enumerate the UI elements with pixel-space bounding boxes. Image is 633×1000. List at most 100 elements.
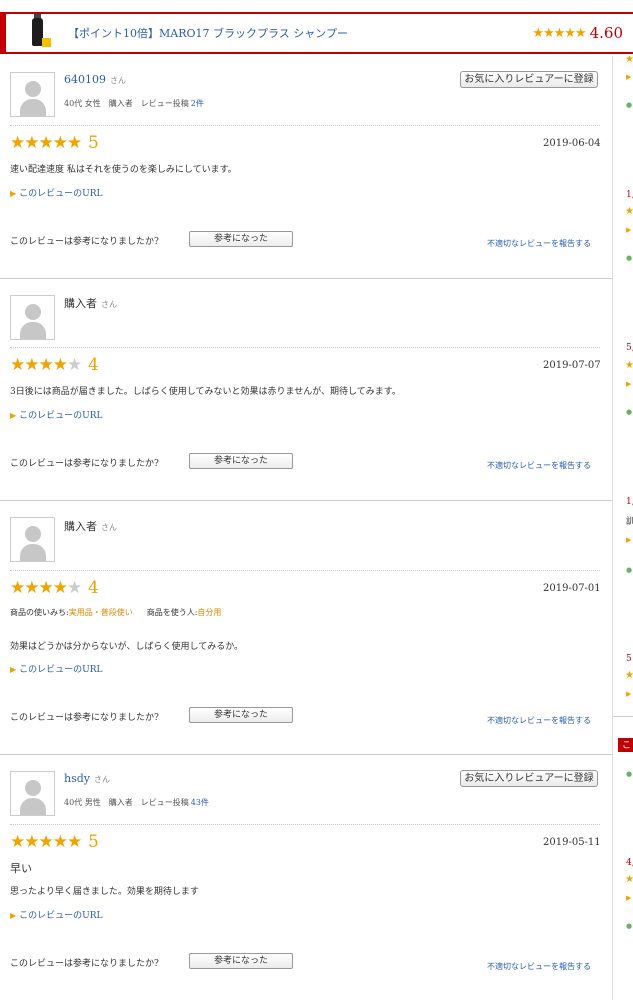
product-badge-icon	[42, 38, 51, 47]
sidebar-triangle-icon: ▶	[626, 73, 632, 81]
review-date: 2019-07-07	[543, 360, 601, 371]
product-rating-value: 4.60	[589, 24, 623, 42]
sidebar-star-icon: ★	[625, 670, 633, 681]
top-strip	[0, 0, 633, 12]
review-count-link[interactable]: 2件	[191, 99, 204, 108]
usage-label: 商品の使いみち:	[10, 608, 69, 617]
review-url-link[interactable]: ▶ このレビューのURL	[10, 908, 103, 921]
product-thumbnail[interactable]	[24, 14, 54, 50]
product-title-link[interactable]: 【ポイント10倍】MARO17 ブラックプラス シャンプー	[68, 25, 532, 41]
sidebar-triangle-icon: ▶	[626, 380, 632, 388]
sidebar-item-rank[interactable]: 4,	[626, 858, 633, 868]
sidebar-item-text: 訓	[626, 514, 633, 527]
review-date: 2019-05-11	[543, 837, 601, 848]
sidebar-dot-icon: ●	[626, 566, 633, 574]
divider	[10, 347, 600, 348]
reviewer-name[interactable]: 640109	[64, 73, 106, 86]
product-header[interactable]: 【ポイント10倍】MARO17 ブラックプラス シャンプー ★★★★★ 4.60	[0, 12, 633, 54]
stars-filled: ★★★★★	[10, 133, 82, 153]
sidebar-red-tab[interactable]: こ	[618, 738, 633, 752]
sidebar-item-rank[interactable]: 5!	[626, 654, 633, 664]
helpful-button[interactable]: 参考になった	[189, 707, 293, 723]
review-list: 640109 さん 40代 女性 購入者 レビュー投稿 2件 お気に入りレビュアーに…	[0, 56, 612, 1000]
review-stars: ★★★★★	[10, 133, 82, 153]
sidebar-star-icon: ★	[625, 360, 633, 371]
review-stars: ★★★★★	[10, 578, 82, 598]
helpful-question: このレビューは参考になりましたか?	[10, 459, 159, 469]
sidebar-star-icon: ★	[625, 206, 633, 217]
divider	[10, 824, 600, 825]
review-score: 4	[88, 578, 99, 598]
avatar-head-shape	[25, 81, 41, 97]
report-link[interactable]: 不適切なレビューを報告する	[487, 238, 591, 249]
right-sidebar: ★ ▶ ● 1, ★ ▶ ● 5, ★ ▶ ● 1, 訓 ▶ ● 5! ★ ▶ …	[612, 56, 633, 1000]
sidebar-triangle-icon: ▶	[626, 226, 632, 234]
favorite-reviewer-button[interactable]: お気に入りレビュアーに登録	[460, 770, 598, 787]
helpful-question: このレビューは参考になりましたか?	[10, 713, 159, 723]
review-body: 効果はどうかは分からないが、しばらく使用してみるか。	[10, 642, 244, 652]
review-url-link[interactable]: ▶ このレビューのURL	[10, 186, 103, 199]
usage-info: 商品の使いみち:実用品・普段使い 商品を使う人:自分用	[10, 607, 221, 618]
report-link[interactable]: 不適切なレビューを報告する	[487, 715, 591, 726]
helpful-question: このレビューは参考になりましたか?	[10, 959, 159, 969]
helpful-question: このレビューは参考になりましたか?	[10, 237, 159, 247]
review-url-label[interactable]: このレビューのURL	[19, 665, 102, 675]
review-separator	[0, 500, 612, 501]
reviewer-name[interactable]: hsdy	[64, 772, 90, 785]
reviewer-name: 購入者	[64, 520, 97, 533]
reviewer-info: 40代 男性 購入者 レビュー投稿 43件	[64, 797, 209, 808]
stars-empty: ★	[66, 355, 82, 375]
avatar-head-shape	[25, 780, 41, 796]
honorific: さん	[101, 300, 117, 309]
helpful-button[interactable]: 参考になった	[189, 953, 293, 969]
sidebar-star-icon: ★	[625, 56, 633, 65]
report-link[interactable]: 不適切なレビューを報告する	[487, 460, 591, 471]
favorite-reviewer-button[interactable]: お気に入りレビュアーに登録	[460, 71, 598, 88]
review-body: 思ったより早く届きました。効果を期待します	[10, 887, 199, 897]
avatar-body-shape	[20, 99, 46, 116]
sidebar-divider	[613, 716, 633, 717]
review-url-link[interactable]: ▶ このレビューのURL	[10, 408, 103, 421]
sidebar-item-rank[interactable]: 5,	[626, 343, 633, 353]
divider	[10, 125, 600, 126]
reviewer-profile: 40代 女性 購入者 レビュー投稿	[64, 99, 189, 108]
report-link[interactable]: 不適切なレビューを報告する	[487, 961, 591, 972]
review-url-link[interactable]: ▶ このレビューのURL	[10, 662, 103, 675]
reviewer-name-link[interactable]: hsdy さん	[64, 772, 110, 785]
sidebar-triangle-icon: ▶	[626, 894, 632, 902]
sidebar-item-rank[interactable]: 1,	[626, 190, 633, 200]
review-url-label[interactable]: このレビューのURL	[19, 411, 102, 421]
review-url-label[interactable]: このレビューのURL	[19, 911, 102, 921]
helpful-button[interactable]: 参考になった	[189, 453, 293, 469]
divider	[10, 570, 600, 571]
reviewer-name-link[interactable]: 640109 さん	[64, 73, 126, 86]
review-stars: ★★★★★	[10, 832, 82, 852]
usage-value: 実用品・普段使い	[68, 608, 133, 617]
honorific: さん	[101, 523, 117, 532]
avatar	[10, 771, 55, 816]
avatar	[10, 295, 55, 340]
review-score: 5	[88, 133, 99, 153]
sidebar-dot-icon: ●	[626, 408, 633, 416]
sidebar-triangle-icon: ▶	[626, 536, 632, 544]
avatar-head-shape	[25, 304, 41, 320]
stars-filled: ★★★★★	[10, 832, 82, 852]
review-count-link[interactable]: 43件	[191, 798, 209, 807]
review-date: 2019-07-01	[543, 583, 601, 594]
triangle-right-icon: ▶	[10, 189, 17, 198]
sidebar-star-icon: ★	[625, 874, 633, 885]
avatar-body-shape	[20, 798, 46, 815]
avatar	[10, 72, 55, 117]
triangle-right-icon: ▶	[10, 665, 17, 674]
helpful-button[interactable]: 参考になった	[189, 231, 293, 247]
review-body: 3日後には商品が届きました。しばらく使用してみないと効果は赤りませんが、期待して…	[10, 387, 401, 397]
review-body: 速い配達速度 私はそれを使うのを楽しみにしています。	[10, 165, 237, 175]
sidebar-dot-icon: ●	[626, 770, 633, 778]
review-separator	[0, 754, 612, 755]
sidebar-dot-icon: ●	[626, 922, 633, 930]
triangle-right-icon: ▶	[10, 411, 17, 420]
sidebar-item-rank[interactable]: 1,	[626, 497, 633, 507]
product-rating-stars: ★★★★★	[532, 25, 586, 41]
review-url-label[interactable]: このレビューのURL	[19, 189, 102, 199]
honorific: さん	[110, 76, 126, 85]
